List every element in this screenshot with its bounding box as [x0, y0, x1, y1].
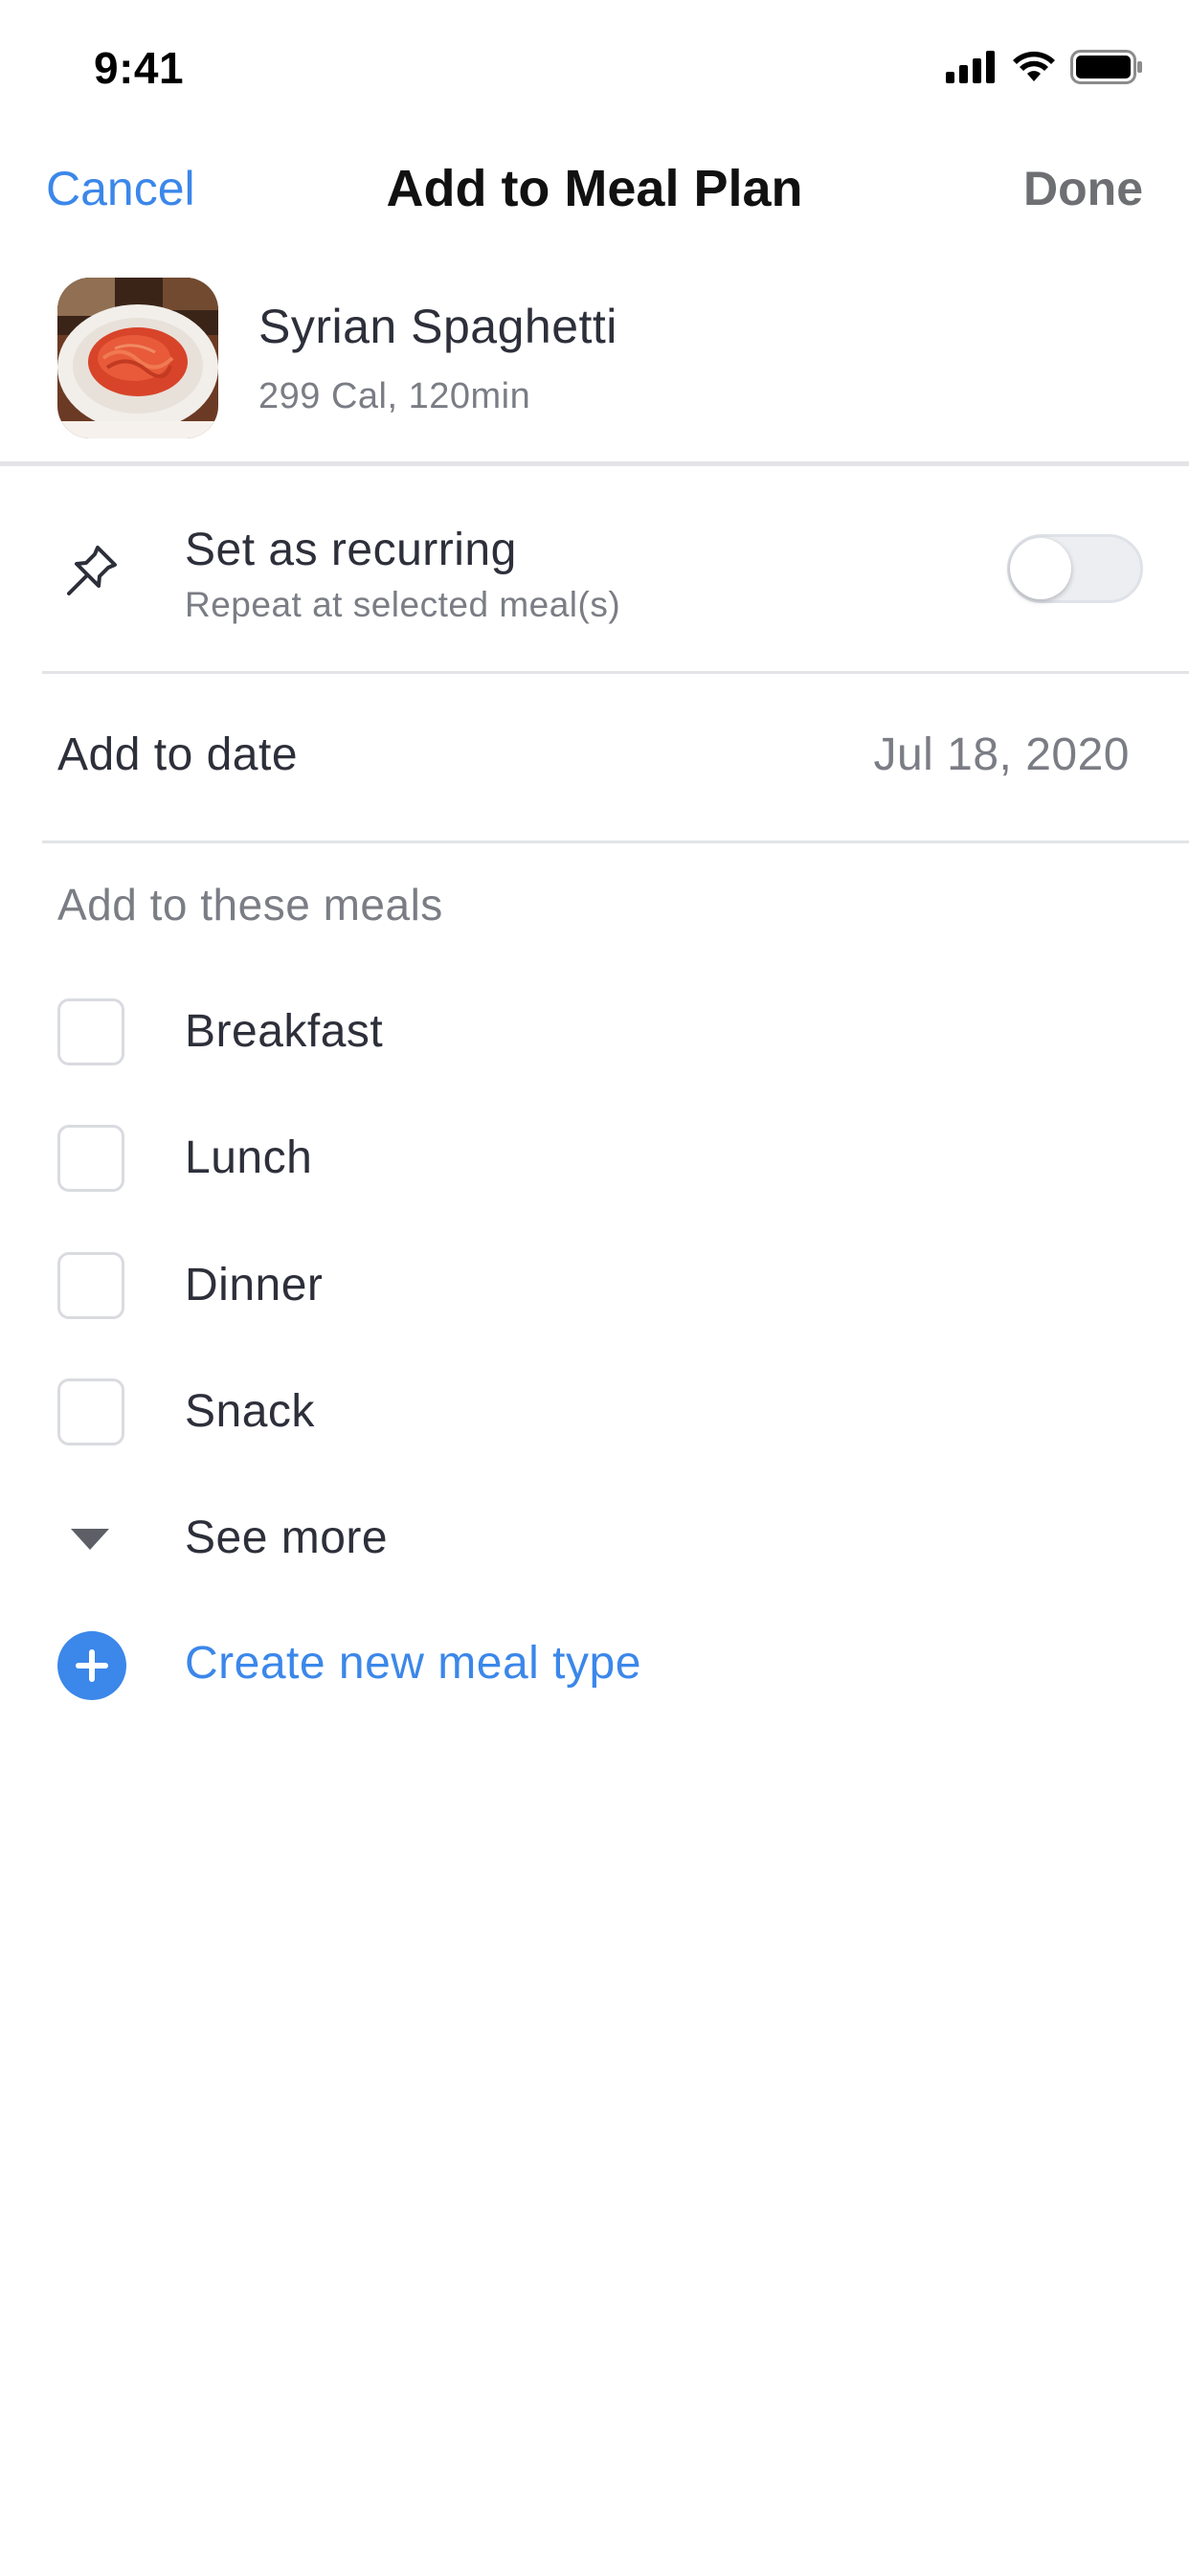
create-meal-type-button[interactable]: Create new meal type: [185, 1637, 641, 1690]
snack-checkbox[interactable]: [57, 1378, 124, 1445]
pin-icon: [67, 546, 117, 595]
meal-label-lunch[interactable]: Lunch: [185, 1131, 312, 1184]
wifi-icon: [1013, 51, 1055, 81]
recipe-name: Syrian Spaghetti: [258, 300, 617, 353]
add-circle-icon[interactable]: [57, 1631, 126, 1700]
page-title: Add to Meal Plan: [386, 160, 803, 217]
battery-icon: [1070, 50, 1142, 84]
recipe-thumbnail: [57, 278, 218, 438]
meal-label-breakfast[interactable]: Breakfast: [185, 1005, 383, 1058]
dinner-checkbox[interactable]: [57, 1252, 124, 1319]
meals-heading: Add to these meals: [57, 880, 443, 930]
status-icons: [946, 50, 1143, 84]
breakfast-checkbox[interactable]: [57, 998, 124, 1065]
done-button[interactable]: Done: [1023, 161, 1143, 216]
divider: [42, 671, 1189, 674]
date-label: Add to date: [57, 729, 299, 780]
toggle-knob: [1010, 538, 1071, 599]
date-picker[interactable]: Jul 18, 2020: [873, 728, 1130, 781]
lunch-checkbox[interactable]: [57, 1125, 124, 1192]
recurring-toggle[interactable]: [1007, 534, 1143, 603]
status-time: 9:41: [94, 43, 185, 93]
see-more-button[interactable]: See more: [185, 1512, 388, 1564]
divider: [42, 840, 1189, 843]
recurring-subtitle: Repeat at selected meal(s): [185, 585, 621, 624]
chevron-down-icon[interactable]: [71, 1529, 109, 1550]
meal-label-snack[interactable]: Snack: [185, 1385, 315, 1438]
header-divider: [0, 461, 1189, 466]
cellular-signal-icon: [946, 51, 995, 83]
meal-label-dinner[interactable]: Dinner: [185, 1259, 323, 1311]
recurring-title: Set as recurring: [185, 525, 517, 575]
recipe-meta: 299 Cal, 120min: [258, 376, 531, 416]
